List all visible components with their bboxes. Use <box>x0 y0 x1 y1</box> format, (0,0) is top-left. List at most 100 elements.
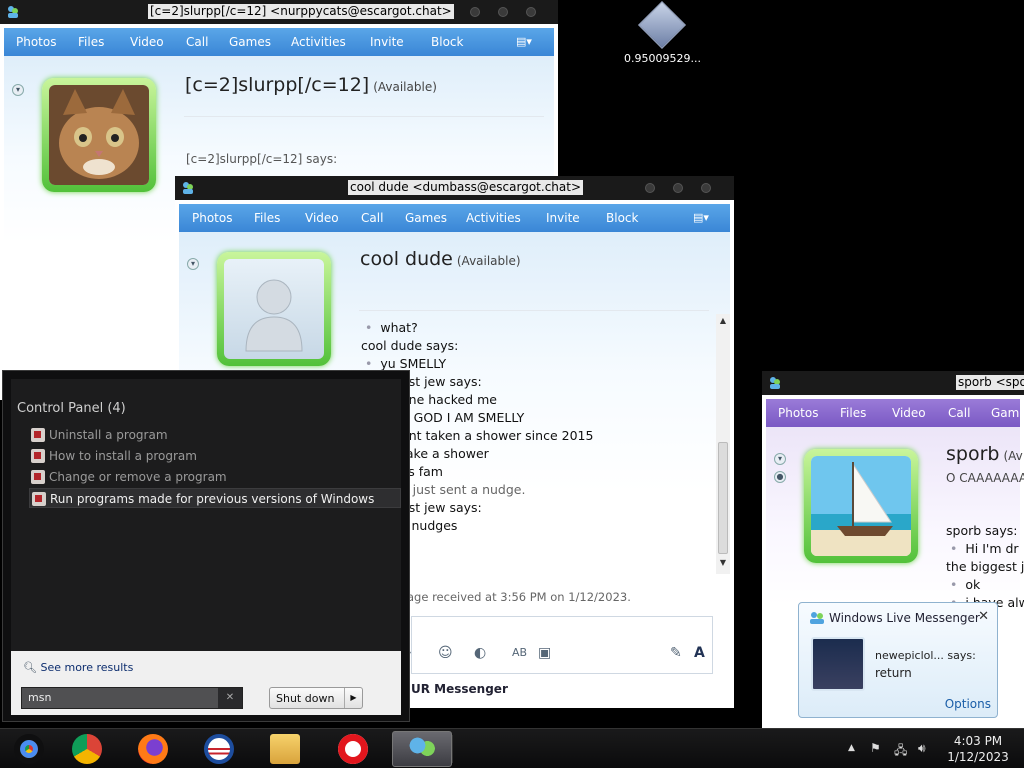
action-menu-bar: Photos Files Video Call Games <box>766 399 1024 427</box>
messenger-notification-toast[interactable]: Windows Live Messenger ✕ newepiclol... s… <box>798 602 998 718</box>
close-button[interactable] <box>701 183 711 193</box>
menu-invite[interactable]: Invite <box>546 211 580 225</box>
chat-message: one hacked me <box>401 392 497 407</box>
minimize-button[interactable] <box>470 7 480 17</box>
show-hidden-icons-arrow[interactable]: ▲ <box>848 743 855 753</box>
message-sender: est jew says: <box>401 374 482 389</box>
taskbar-messenger[interactable] <box>392 731 452 767</box>
see-more-label: See more results <box>40 661 134 674</box>
default-user-picture <box>245 279 303 352</box>
shutdown-button[interactable]: Shut down ▶ <box>269 687 363 709</box>
maximize-button[interactable] <box>673 183 683 193</box>
toast-title: Windows Live Messenger <box>829 611 980 625</box>
contact-avatar[interactable] <box>42 78 156 192</box>
options-menu-icon[interactable]: ▤▾ <box>693 211 715 225</box>
menu-activities[interactable]: Activities <box>466 211 521 225</box>
title-bar[interactable]: cool dude <dumbass@escargot.chat> <box>175 176 734 200</box>
message-sender: sporb says: <box>946 523 1018 538</box>
taskbar-opera[interactable] <box>324 731 384 767</box>
scroll-down-arrow[interactable]: ▼ <box>716 558 730 567</box>
scroll-thumb[interactable] <box>718 442 728 554</box>
chat-message: take a shower <box>401 446 489 461</box>
taskbar-firefox[interactable] <box>124 731 184 767</box>
menu-block[interactable]: Block <box>431 35 463 49</box>
file-icon <box>637 0 687 50</box>
result-run-previous-versions[interactable]: Run programs made for previous versions … <box>29 488 401 508</box>
network-icon[interactable]: 🖧︎ <box>894 741 907 762</box>
menu-photos[interactable]: Photos <box>778 406 818 420</box>
collapse-icon[interactable]: ▾ <box>774 453 786 465</box>
background-icon[interactable]: ▣ <box>538 645 551 661</box>
menu-block[interactable]: Block <box>606 211 638 225</box>
toast-options-link[interactable]: Options <box>945 697 991 711</box>
taskbar-chrome[interactable] <box>58 731 118 767</box>
webcam-icon[interactable]: ● <box>774 471 786 483</box>
contact-avatar[interactable] <box>804 449 918 563</box>
taskbar-chromium[interactable] <box>0 731 60 767</box>
text-mode-icon[interactable]: A <box>694 645 705 661</box>
wink-icon[interactable]: ☺ <box>438 645 453 661</box>
font-icon[interactable]: AB <box>512 646 527 659</box>
clear-search-icon[interactable]: ✕ <box>218 688 242 708</box>
result-uninstall-program[interactable]: Uninstall a program <box>29 425 401 445</box>
shutdown-options-arrow[interactable]: ▶ <box>344 688 362 708</box>
menu-video[interactable]: Video <box>130 35 164 49</box>
menu-games[interactable]: Games <box>991 406 1024 420</box>
collapse-icon[interactable]: ▾ <box>12 84 24 96</box>
minimize-button[interactable] <box>645 183 655 193</box>
menu-call[interactable]: Call <box>948 406 970 420</box>
volume-icon[interactable]: 🔊︎ <box>918 741 926 756</box>
kitten-picture <box>49 85 149 185</box>
menu-files[interactable]: Files <box>78 35 104 49</box>
menu-photos[interactable]: Photos <box>16 35 56 49</box>
title-bar[interactable]: sporb <spor <box>762 371 1024 395</box>
result-how-to-install[interactable]: How to install a program <box>29 446 401 466</box>
collapse-icon[interactable]: ▾ <box>187 258 199 270</box>
menu-files[interactable]: Files <box>840 406 866 420</box>
menu-invite[interactable]: Invite <box>370 35 404 49</box>
contact-avatar[interactable] <box>217 252 331 366</box>
message-sender: [c=2]slurpp[/c=12] says: <box>186 152 338 166</box>
menu-call[interactable]: Call <box>186 35 208 49</box>
firefox-icon <box>138 734 168 764</box>
control-panel-icon <box>32 492 46 506</box>
start-search-input[interactable]: msn ✕ <box>21 687 243 709</box>
maximize-button[interactable] <box>498 7 508 17</box>
scroll-up-arrow[interactable]: ▲ <box>716 316 730 325</box>
menu-games[interactable]: Games <box>405 211 447 225</box>
menu-activities[interactable]: Activities <box>291 35 346 49</box>
sailboat-picture <box>811 456 911 556</box>
chat-message: ok <box>950 577 980 592</box>
messenger-icon <box>770 377 780 389</box>
message-sender: the biggest j <box>946 559 1024 574</box>
menu-call[interactable]: Call <box>361 211 383 225</box>
close-icon[interactable]: ✕ <box>978 609 989 624</box>
handwriting-icon[interactable]: ✎ <box>670 645 682 661</box>
result-label: Uninstall a program <box>49 428 168 442</box>
message-compose-area[interactable]: ▾ ☺ ◐ AB ▣ ✎ A <box>406 616 713 674</box>
taskbar-file-explorer[interactable] <box>256 731 316 767</box>
menu-photos[interactable]: Photos <box>192 211 232 225</box>
nudge-icon[interactable]: ◐ <box>474 645 486 661</box>
action-center-flag-icon[interactable]: ⚑ <box>870 741 881 755</box>
see-more-results-link[interactable]: 🔍︎ See more results <box>23 661 133 674</box>
taskbar-obama[interactable] <box>190 731 250 767</box>
action-menu-bar: Photos Files Video Call Games Activities… <box>179 204 730 232</box>
history-scrollbar[interactable]: ▲ ▼ <box>716 314 730 574</box>
menu-video[interactable]: Video <box>305 211 339 225</box>
close-button[interactable] <box>526 7 536 17</box>
system-clock[interactable]: 4:03 PM 1/12/2023 <box>940 733 1016 765</box>
shutdown-label: Shut down <box>276 692 335 705</box>
footer-branding: UR Messenger <box>411 682 508 696</box>
options-menu-icon[interactable]: ▤▾ <box>516 35 538 49</box>
toast-sender: newepiclol... says: <box>875 649 976 662</box>
divider <box>359 310 709 311</box>
menu-games[interactable]: Games <box>229 35 271 49</box>
desktop-file-icon[interactable]: 0.95009529... <box>624 0 701 65</box>
message-sender: cool dude says: <box>361 338 459 353</box>
result-change-remove-program[interactable]: Change or remove a program <box>29 467 401 487</box>
title-bar[interactable]: [c=2]slurpp[/c=12] <nurppycats@escargot.… <box>0 0 558 24</box>
menu-files[interactable]: Files <box>254 211 280 225</box>
menu-video[interactable]: Video <box>892 406 926 420</box>
result-label: Change or remove a program <box>49 470 227 484</box>
